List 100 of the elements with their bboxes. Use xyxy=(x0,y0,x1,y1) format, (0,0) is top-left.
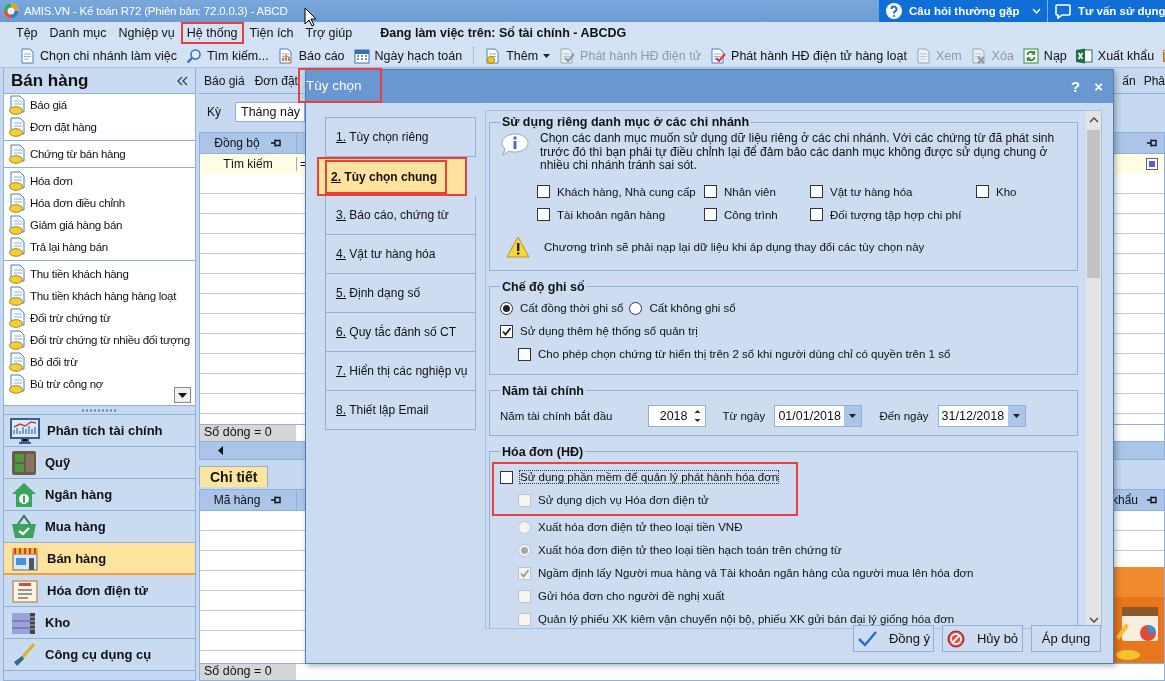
nav-item[interactable]: 5. Định dạng số xyxy=(325,274,476,313)
apply-button[interactable]: Áp dụng xyxy=(1031,625,1101,652)
date-field[interactable]: 31/12/2018 xyxy=(937,404,1026,427)
tab[interactable]: Báo giá xyxy=(204,73,245,88)
workspace-label: Đang làm việc trên: Sổ tài chính - ABCDG xyxy=(380,26,627,40)
document-icon xyxy=(8,374,26,394)
toolbar-button[interactable]: Thêm xyxy=(481,44,555,67)
support-button[interactable]: Tư vấn sử dụng xyxy=(1047,0,1165,22)
faq-button[interactable]: Câu hỏi thường gặp xyxy=(879,0,1047,22)
menu-item[interactable]: Tệp xyxy=(10,22,44,44)
sidebar-item[interactable]: Báo giá xyxy=(4,94,195,116)
period-field[interactable]: Tháng này xyxy=(235,102,305,122)
sidebar-item[interactable]: Bỏ đối trừ xyxy=(4,351,195,373)
toolbar-button[interactable]: Tìm kiếm... xyxy=(181,44,273,67)
sidebar-item[interactable]: Đối trừ chứng từ nhiều đối tượng xyxy=(4,329,195,351)
toolbar-button[interactable]: Chọn chi nhánh làm việc xyxy=(16,44,181,67)
group-title: Hóa đơn (HĐ) xyxy=(501,444,585,459)
scroll-button[interactable] xyxy=(174,387,191,403)
delete-document-icon xyxy=(970,47,987,64)
nav-item[interactable]: 4. Vật tư hàng hóa xyxy=(325,235,476,274)
nav-item[interactable]: 6. Quy tắc đánh số CT xyxy=(325,313,476,352)
sidebar-item[interactable]: Đơn đặt hàng xyxy=(4,116,195,138)
monitor-chart-icon xyxy=(10,416,40,445)
toolbar-button[interactable]: Nạp xyxy=(1018,44,1071,67)
nav-item[interactable]: 8. Thiết lập Email xyxy=(325,391,476,430)
nav-item[interactable]: 1. Tùy chọn riêng xyxy=(325,118,476,157)
document-icon xyxy=(915,47,931,64)
option-label: Cất đồng thời ghi sổ xyxy=(520,302,624,314)
sidebar-item[interactable]: Bù trừ công nợ xyxy=(4,373,195,395)
sidebar-item[interactable]: Trả lại hàng bán xyxy=(4,236,195,258)
date-field[interactable]: 01/01/2018 xyxy=(774,404,863,427)
checkbox[interactable] xyxy=(518,347,531,361)
cancel-button[interactable]: Hủy bỏ xyxy=(942,625,1023,652)
tab[interactable]: Đơn đặt xyxy=(254,73,298,88)
tab[interactable]: ấn xyxy=(1122,73,1136,88)
radio-button[interactable] xyxy=(629,301,643,315)
pin-icon xyxy=(270,494,283,506)
toolbar-button[interactable]: Phát hành HĐ điện tử hàng loạt xyxy=(706,44,911,67)
stop-icon xyxy=(946,629,965,648)
spreadsheet-icon xyxy=(1075,47,1093,64)
document-icon xyxy=(8,264,26,284)
nav-item[interactable]: 7. Hiển thị các nghiệp vụ xyxy=(325,352,476,391)
toolbar-button[interactable]: Ngày hạch toán xyxy=(349,44,467,67)
sidebar-item[interactable]: Hóa đơn điều chỉnh xyxy=(4,192,195,214)
square-icon xyxy=(1146,158,1158,170)
tab[interactable]: Chi tiết xyxy=(199,466,269,487)
menu-item[interactable]: Danh mục xyxy=(43,22,113,44)
warning-icon xyxy=(506,235,530,258)
ok-button[interactable]: Đồng ý xyxy=(853,625,934,652)
sidebar-item[interactable]: Thu tiền khách hàng xyxy=(4,263,195,285)
checkbox[interactable] xyxy=(537,208,550,221)
row-count: Số dòng = 0 xyxy=(200,425,296,441)
dropdown-button[interactable] xyxy=(1007,405,1025,426)
pin-icon xyxy=(1146,137,1158,149)
module-button[interactable]: Mua hàng xyxy=(4,511,195,543)
vertical-scrollbar[interactable] xyxy=(1086,111,1101,628)
toolbar-button[interactable]: Báo cáo xyxy=(273,44,349,67)
collapse-icon[interactable] xyxy=(177,75,188,86)
dropdown-button[interactable] xyxy=(844,405,862,426)
document-icon xyxy=(20,47,35,64)
group-title: Chế độ ghi sổ xyxy=(501,279,586,294)
column-header[interactable]: Đồng bộ xyxy=(200,133,297,153)
sidebar-item[interactable]: Giảm giá hàng bán xyxy=(4,214,195,236)
checkbox[interactable] xyxy=(810,185,823,198)
sidebar-item[interactable]: Đối trừ chứng từ xyxy=(4,307,195,329)
sidebar-item[interactable]: Hóa đơn xyxy=(4,170,195,192)
checkbox[interactable] xyxy=(704,208,717,221)
checkbox[interactable] xyxy=(500,324,513,338)
option-label: Sử dụng thêm hệ thống sổ quản trị xyxy=(520,325,698,337)
checkbox[interactable] xyxy=(976,185,989,198)
filter-cell[interactable]: Tìm kiếm xyxy=(223,157,273,171)
group-title: Sử dụng riêng danh mục ở các chi nhánh xyxy=(501,115,751,129)
nav-item[interactable]: 3. Báo cáo, chứng từ xyxy=(325,196,476,235)
caret-icon xyxy=(1012,413,1020,418)
menu-item[interactable]: Trợ giúp xyxy=(299,22,359,44)
logo-icon xyxy=(3,3,19,19)
column-header[interactable]: Mã hàng xyxy=(200,490,297,510)
sidebar-item[interactable]: Chứng từ bán hàng xyxy=(4,143,195,165)
nav-item[interactable]: 2. Tùy chọn chung xyxy=(317,157,467,196)
checkbox[interactable] xyxy=(810,208,823,221)
module-button[interactable]: Phân tích tài chính xyxy=(4,415,195,447)
module-button[interactable]: Bán hàng xyxy=(4,543,195,575)
grip-icon xyxy=(81,408,118,412)
menu-item[interactable]: Hệ thống xyxy=(180,22,244,44)
scroll-thumb[interactable] xyxy=(1087,130,1100,278)
safe-icon xyxy=(10,448,38,477)
radio-button[interactable] xyxy=(500,301,513,315)
option-label: Công trình xyxy=(724,208,778,221)
menu-item[interactable]: Nghiệp vụ xyxy=(112,22,181,44)
year-spinner[interactable]: 2018 xyxy=(647,404,706,427)
menu-item[interactable]: Tiện ích xyxy=(243,22,300,44)
caret-icon xyxy=(1032,8,1041,14)
new-document-icon xyxy=(485,47,502,64)
tab[interactable]: Phâ xyxy=(1143,73,1165,88)
toolbar-button[interactable]: Xuất khẩu xyxy=(1071,44,1159,67)
warning-text: Chương trình sẽ phải nạp lại dữ liệu khi áp dụng thay đổi các tùy chọn này xyxy=(544,240,925,253)
group-title: Năm tài chính xyxy=(501,383,585,398)
sidebar-item[interactable]: Thu tiền khách hàng hàng loạt xyxy=(4,285,195,307)
checkbox[interactable] xyxy=(537,185,550,198)
checkbox[interactable] xyxy=(704,185,717,198)
